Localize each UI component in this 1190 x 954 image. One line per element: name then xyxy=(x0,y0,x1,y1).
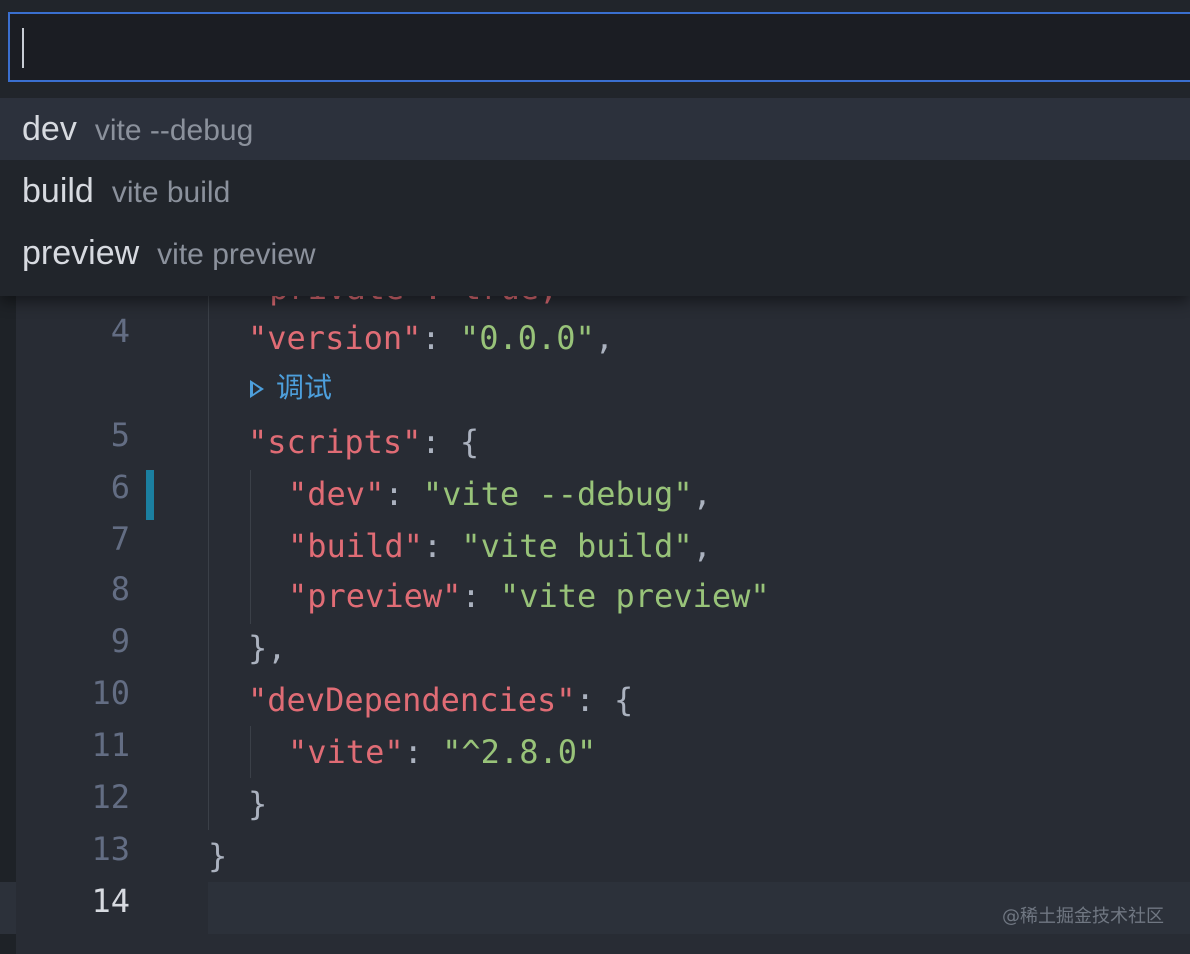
code-line[interactable]: "devDependencies": { xyxy=(248,674,633,726)
line-number: 8 xyxy=(110,570,130,608)
indent-guide xyxy=(250,726,251,778)
json-punctuation: } xyxy=(208,837,228,875)
json-key: "build" xyxy=(288,527,423,565)
code-line[interactable]: "preview": "vite preview" xyxy=(288,570,770,622)
vscode-window: 3 "private": true, 4 "version": "0.0.0",… xyxy=(0,0,1190,954)
code-line[interactable]: "version": "0.0.0", xyxy=(248,312,614,364)
line-number: 9 xyxy=(110,622,130,660)
quick-pick-item-build[interactable]: build vite build xyxy=(0,160,1190,222)
git-modified-marker[interactable] xyxy=(146,470,154,520)
json-key: "preview" xyxy=(288,577,462,615)
json-punctuation: : xyxy=(422,527,462,565)
json-key: "version" xyxy=(248,319,422,357)
line-number: 10 xyxy=(91,674,130,712)
code-line[interactable]: "dev": "vite --debug", xyxy=(288,468,712,520)
code-line[interactable]: "vite": "^2.8.0" xyxy=(288,726,596,778)
json-punctuation: : xyxy=(421,319,460,357)
line-number: 13 xyxy=(91,830,130,868)
quick-pick-item-label: preview xyxy=(22,234,140,272)
json-key: "scripts" xyxy=(248,423,422,461)
json-string: "^2.8.0" xyxy=(442,733,597,771)
json-punctuation: } xyxy=(248,785,268,823)
code-line[interactable]: } xyxy=(208,830,227,882)
line-number: 11 xyxy=(91,726,130,764)
json-punctuation: }, xyxy=(248,629,287,667)
quick-pick-item-preview[interactable]: preview vite preview xyxy=(0,222,1190,284)
json-key: "vite" xyxy=(288,733,404,771)
line-number: 4 xyxy=(110,312,130,350)
quick-pick-item-label: dev xyxy=(22,110,77,148)
quick-pick-item-label: build xyxy=(22,172,94,210)
line-number: 7 xyxy=(110,520,130,558)
play-icon xyxy=(250,380,264,398)
quick-pick-input[interactable] xyxy=(26,22,1170,74)
line-number: 5 xyxy=(110,416,130,454)
json-punctuation: : { xyxy=(421,423,480,461)
json-punctuation: : { xyxy=(575,681,634,719)
json-punctuation: , xyxy=(594,319,615,357)
json-key: "devDependencies" xyxy=(248,681,576,719)
json-string: "vite --debug" xyxy=(422,475,693,513)
line-number: 12 xyxy=(91,778,130,816)
json-punctuation: , xyxy=(692,527,712,565)
quick-pick-item-dev[interactable]: dev vite --debug xyxy=(0,98,1190,160)
json-string: "0.0.0" xyxy=(459,319,595,357)
indent-guide xyxy=(208,296,209,830)
json-string: "vite preview" xyxy=(499,577,770,615)
code-line[interactable]: "build": "vite build", xyxy=(288,520,712,572)
text-caret xyxy=(22,28,24,68)
indent-guide xyxy=(250,470,251,624)
debug-codelens[interactable]: 调试 xyxy=(250,366,332,410)
json-punctuation: : xyxy=(461,577,500,615)
quick-pick-item-description: vite preview xyxy=(157,238,316,271)
line-number: 6 xyxy=(110,468,130,506)
quick-pick-item-description: vite --debug xyxy=(94,114,254,147)
json-string: "vite build" xyxy=(461,527,693,565)
watermark: @稀土掘金技术社区 xyxy=(1002,906,1164,927)
code-line[interactable]: "scripts": { xyxy=(248,416,479,468)
code-line[interactable]: }, xyxy=(248,622,287,674)
quick-pick-input-box[interactable] xyxy=(8,12,1190,82)
json-punctuation: , xyxy=(692,475,712,513)
json-punctuation: : xyxy=(403,733,443,771)
code-line[interactable]: } xyxy=(248,778,267,830)
line-number-active: 14 xyxy=(91,882,130,920)
quick-pick-item-description: vite build xyxy=(111,176,231,209)
json-punctuation: : xyxy=(384,475,423,513)
json-key: "dev" xyxy=(288,475,385,513)
quick-pick: dev vite --debug build vite build preview v… xyxy=(0,0,1190,296)
codelens-label: 调试 xyxy=(276,371,333,404)
